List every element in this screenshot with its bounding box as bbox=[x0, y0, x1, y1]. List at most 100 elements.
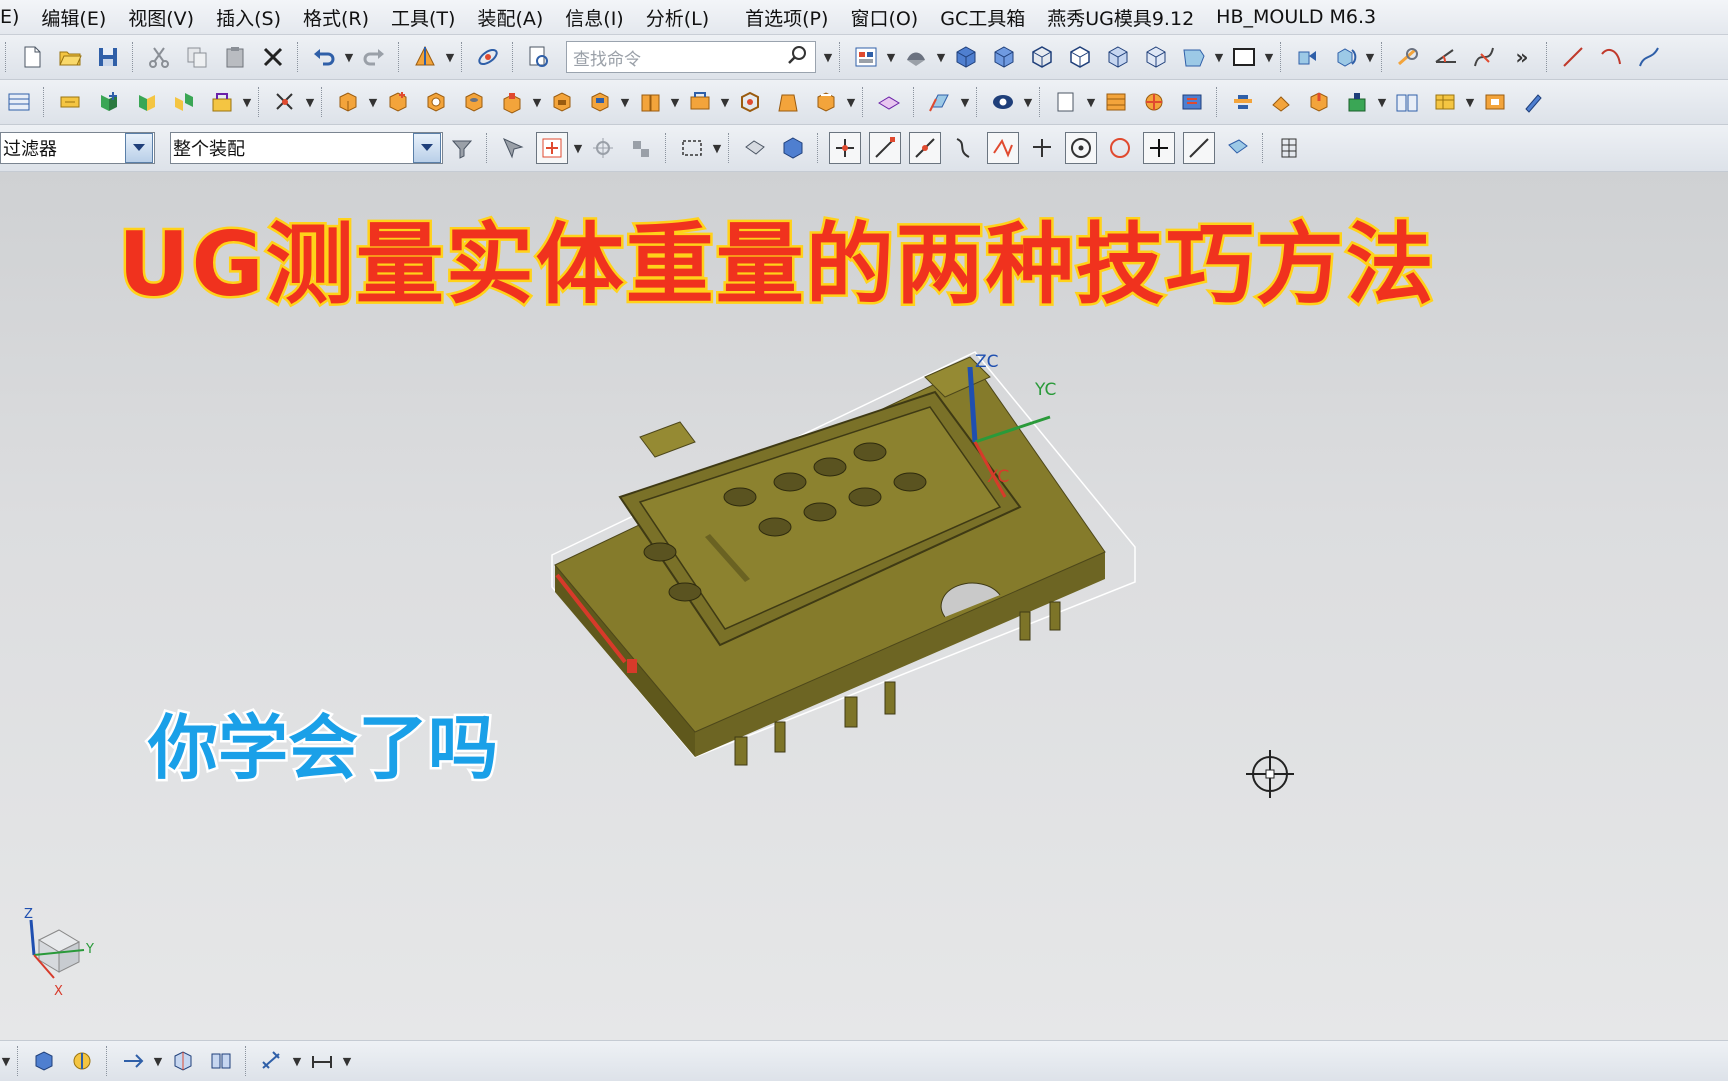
point-on-face-icon[interactable] bbox=[1223, 133, 1253, 163]
cooling-icon[interactable] bbox=[1177, 87, 1207, 117]
menu-edit[interactable]: 编辑(E) bbox=[30, 4, 117, 31]
toolbar-overflow-icon[interactable]: » bbox=[1507, 42, 1537, 72]
draft-icon[interactable] bbox=[773, 87, 803, 117]
redo-icon[interactable] bbox=[359, 42, 389, 72]
save-icon[interactable] bbox=[93, 42, 123, 72]
line-icon[interactable] bbox=[1558, 42, 1588, 72]
electrode-icon[interactable] bbox=[1342, 87, 1372, 117]
wireframe-cube-icon[interactable] bbox=[1027, 42, 1057, 72]
move-face-icon[interactable] bbox=[118, 1046, 148, 1076]
selection-scope-select[interactable]: 整个装配 bbox=[170, 132, 443, 164]
blank-sheet-dropdown-icon[interactable]: ▼ bbox=[1085, 87, 1097, 117]
menu-file[interactable]: E) bbox=[0, 6, 30, 28]
end-point-icon[interactable] bbox=[869, 132, 901, 164]
partially-shaded-icon[interactable] bbox=[1179, 42, 1209, 72]
hidden-edges-cube-icon[interactable] bbox=[1065, 42, 1095, 72]
ejector-pin-icon[interactable] bbox=[1228, 87, 1258, 117]
view-triad-icon[interactable]: Z Y X bbox=[14, 900, 104, 1000]
control-point-icon[interactable] bbox=[949, 133, 979, 163]
rendering-style-dropdown-icon[interactable]: ▼ bbox=[935, 42, 947, 72]
synchronous-modeling-icon[interactable] bbox=[29, 1046, 59, 1076]
pull-face-icon[interactable] bbox=[67, 1046, 97, 1076]
measure-angle-icon[interactable] bbox=[1431, 42, 1461, 72]
move-face-dropdown-icon[interactable]: ▼ bbox=[152, 1046, 164, 1076]
slider-icon[interactable] bbox=[1266, 87, 1296, 117]
menu-view[interactable]: 视图(V) bbox=[117, 4, 205, 31]
feature-dropdown-icon[interactable]: ▼ bbox=[367, 87, 379, 117]
arc-icon[interactable] bbox=[1596, 42, 1626, 72]
command-finder-icon[interactable] bbox=[524, 42, 554, 72]
face-analysis-cube-icon[interactable] bbox=[1141, 42, 1171, 72]
select-component-icon[interactable] bbox=[626, 133, 656, 163]
perpendicular-point-icon[interactable] bbox=[1027, 133, 1057, 163]
start-application-icon[interactable] bbox=[410, 42, 440, 72]
existing-point-icon[interactable] bbox=[1143, 132, 1175, 164]
type-filter-chevron-down-icon[interactable] bbox=[125, 133, 153, 163]
linear-dimension-dropdown-icon[interactable]: ▼ bbox=[341, 1046, 353, 1076]
mold-wizard-dropdown-icon[interactable]: ▼ bbox=[241, 87, 253, 117]
view-layout-dropdown-icon[interactable]: ▼ bbox=[885, 42, 897, 72]
blank-sheet-icon[interactable] bbox=[1051, 87, 1081, 117]
undo-icon[interactable] bbox=[309, 42, 339, 72]
arc-center-icon[interactable] bbox=[1065, 132, 1097, 164]
dimension-icon[interactable] bbox=[257, 1046, 287, 1076]
general-selection-icon[interactable] bbox=[536, 132, 568, 164]
intersection-point-icon[interactable] bbox=[987, 132, 1019, 164]
linear-dimension-icon[interactable] bbox=[307, 1046, 337, 1076]
offset-region-icon[interactable] bbox=[168, 1046, 198, 1076]
studio-cube-icon[interactable] bbox=[1103, 42, 1133, 72]
menu-window[interactable]: 窗口(O) bbox=[839, 4, 929, 31]
layer-dropdown-icon[interactable]: ▼ bbox=[959, 87, 971, 117]
rectangle-select-icon[interactable] bbox=[677, 133, 707, 163]
rendering-style-icon[interactable] bbox=[901, 42, 931, 72]
shaded-cube-icon[interactable] bbox=[951, 42, 981, 72]
menu-information[interactable]: 信息(I) bbox=[554, 4, 634, 31]
paste-icon[interactable] bbox=[220, 42, 250, 72]
assembly-navigator-icon[interactable] bbox=[4, 87, 34, 117]
view-layout-icon[interactable] bbox=[851, 42, 881, 72]
type-filter-select[interactable]: 过滤器 bbox=[0, 132, 155, 164]
layer-settings-icon[interactable] bbox=[925, 87, 955, 117]
mold-plate-model[interactable]: ZC YC XC bbox=[545, 347, 1205, 787]
select-feature-icon[interactable] bbox=[498, 133, 528, 163]
cut-icon[interactable] bbox=[144, 42, 174, 72]
search-options-dropdown-icon[interactable]: ▼ bbox=[822, 42, 834, 72]
show-hide-icon[interactable] bbox=[988, 87, 1018, 117]
combine-dropdown-icon[interactable]: ▼ bbox=[719, 87, 731, 117]
orient-view-icon[interactable] bbox=[1292, 42, 1322, 72]
point-on-curve-icon[interactable] bbox=[1183, 132, 1215, 164]
boss-icon[interactable] bbox=[497, 87, 527, 117]
copy-icon[interactable] bbox=[182, 42, 212, 72]
show-hide-dropdown-icon[interactable]: ▼ bbox=[1022, 87, 1034, 117]
lifter-icon[interactable] bbox=[1304, 87, 1334, 117]
sketch-plane-icon[interactable] bbox=[874, 87, 904, 117]
pocket-cut-icon[interactable] bbox=[1480, 87, 1510, 117]
delete-icon[interactable] bbox=[258, 42, 288, 72]
curve-analysis-icon[interactable] bbox=[1469, 42, 1499, 72]
mid-point-icon[interactable] bbox=[909, 132, 941, 164]
rectangle-select-dropdown-icon[interactable]: ▼ bbox=[711, 133, 723, 163]
search-icon[interactable] bbox=[787, 44, 809, 71]
filter-reset-icon[interactable] bbox=[447, 133, 477, 163]
select-solid-icon[interactable] bbox=[778, 133, 808, 163]
edit-component-icon[interactable] bbox=[55, 87, 85, 117]
menu-yanxiu-mold[interactable]: 燕秀UG模具9.12 bbox=[1036, 4, 1205, 31]
replace-face-icon[interactable] bbox=[206, 1046, 236, 1076]
drawing-icon[interactable] bbox=[1392, 87, 1422, 117]
combine-icon[interactable] bbox=[685, 87, 715, 117]
open-folder-icon[interactable] bbox=[55, 42, 85, 72]
start-dropdown-icon[interactable]: ▼ bbox=[444, 42, 456, 72]
menu-hb-mould[interactable]: HB_MOULD M6.3 bbox=[1205, 6, 1387, 28]
menu-format[interactable]: 格式(R) bbox=[292, 4, 380, 31]
spline-icon[interactable] bbox=[1634, 42, 1664, 72]
shell-icon[interactable] bbox=[735, 87, 765, 117]
background-dropdown-icon[interactable]: ▼ bbox=[1263, 42, 1275, 72]
mold-base-icon[interactable] bbox=[1101, 87, 1131, 117]
menu-gc-toolkit[interactable]: GC工具箱 bbox=[929, 4, 1036, 31]
quadrant-point-icon[interactable] bbox=[1105, 133, 1135, 163]
graphics-window[interactable]: UG测量实体重量的两种技巧方法 ZC YC XC 你学会了吗 Z Y X bbox=[0, 172, 1728, 1040]
undo-dropdown-icon[interactable]: ▼ bbox=[343, 42, 355, 72]
add-component-icon[interactable] bbox=[93, 87, 123, 117]
extrude-icon[interactable] bbox=[383, 87, 413, 117]
new-file-icon[interactable] bbox=[17, 42, 47, 72]
